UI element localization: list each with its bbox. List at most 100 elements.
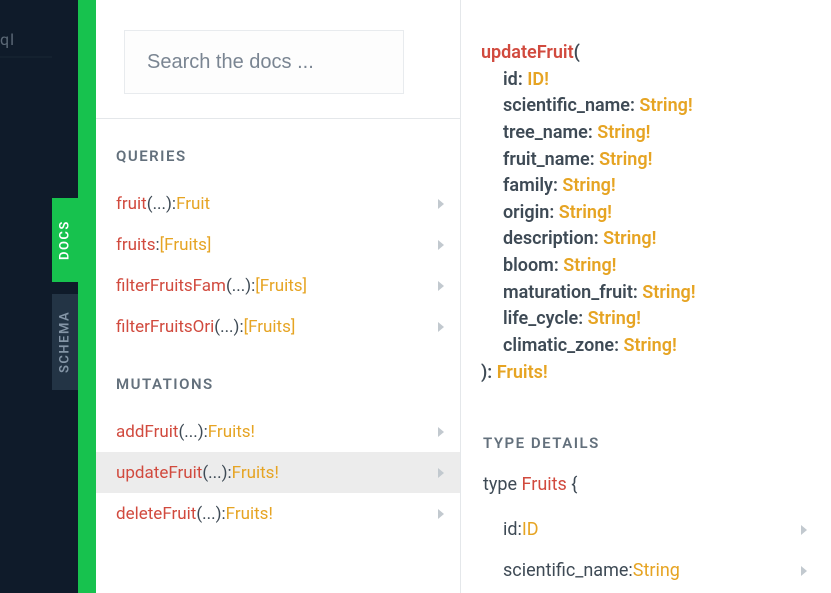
arg-name: fruit_name	[503, 149, 590, 170]
arg-colon: :	[590, 149, 599, 170]
arg-colon: :	[578, 308, 587, 329]
signature-arg-id: id: ID!	[481, 67, 811, 94]
type-name: Fruits	[522, 474, 567, 495]
docs-item-filterFruitsFam[interactable]: filterFruitsFam(...): [Fruits]	[96, 265, 460, 306]
docs-item-filterFruitsOri[interactable]: filterFruitsOri(...): [Fruits]	[96, 306, 460, 347]
arg-type[interactable]: ID!	[527, 69, 549, 90]
docs-accent-bar	[78, 0, 96, 593]
arg-colon: :	[549, 202, 558, 223]
arg-name: family	[503, 175, 553, 196]
signature-open-line: updateFruit(	[481, 40, 811, 67]
chevron-right-icon	[801, 566, 807, 576]
arg-type[interactable]: String!	[642, 282, 695, 303]
item-punct: (...):	[226, 276, 255, 296]
editor-divider	[0, 56, 52, 58]
signature-close-paren: ):	[481, 362, 497, 383]
item-type: Fruit	[176, 194, 210, 214]
arg-type[interactable]: String!	[588, 308, 641, 329]
arg-type[interactable]: String!	[562, 175, 615, 196]
docs-item-addFruit[interactable]: addFruit(...): Fruits!	[96, 411, 460, 452]
tab-schema[interactable]: SCHEMA	[52, 294, 78, 390]
type-fields-list: id: IDscientific_name: String	[481, 509, 811, 591]
arg-type[interactable]: String!	[639, 95, 692, 116]
chevron-right-icon	[438, 427, 444, 437]
signature-arg-climatic_zone: climatic_zone: String!	[481, 333, 811, 360]
arg-name: climatic_zone	[503, 335, 614, 356]
tab-schema-label: SCHEMA	[58, 311, 73, 373]
arg-name: bloom	[503, 255, 554, 276]
docs-item-fruits[interactable]: fruits: [Fruits]	[96, 224, 460, 265]
item-punct: (...):	[202, 463, 231, 483]
item-type: [Fruits]	[244, 317, 296, 337]
chevron-right-icon	[438, 468, 444, 478]
signature-block: updateFruit( id: ID!scientific_name: Str…	[481, 40, 811, 386]
mutations-list: addFruit(...): Fruits!updateFruit(...): …	[96, 411, 460, 534]
type-details-header: TYPE DETAILS	[483, 434, 811, 452]
type-open-brace: {	[567, 474, 578, 495]
arg-type[interactable]: String!	[559, 202, 612, 223]
item-name: updateFruit	[116, 463, 202, 483]
arg-type[interactable]: String!	[563, 255, 616, 276]
queries-list: fruit(...): Fruitfruits: [Fruits]filterF…	[96, 183, 460, 347]
arg-colon: :	[553, 175, 562, 196]
arg-colon: :	[633, 282, 642, 303]
arg-type[interactable]: String!	[623, 335, 676, 356]
arg-colon: :	[554, 255, 563, 276]
field-name: id	[503, 519, 518, 540]
arg-colon: :	[594, 228, 603, 249]
signature-arg-family: family: String!	[481, 173, 811, 200]
item-type: Fruits!	[208, 422, 255, 442]
arg-name: maturation_fruit	[503, 282, 633, 303]
tab-docs[interactable]: DOCS	[52, 198, 78, 282]
arg-colon: :	[630, 95, 639, 116]
search-wrap	[96, 0, 460, 119]
item-type: [Fruits]	[160, 235, 212, 255]
chevron-right-icon	[438, 240, 444, 250]
chevron-right-icon	[438, 509, 444, 519]
signature-arg-description: description: String!	[481, 226, 811, 253]
signature-arg-tree_name: tree_name: String!	[481, 120, 811, 147]
item-punct: (...):	[147, 194, 176, 214]
tab-docs-label: DOCS	[58, 220, 73, 260]
arg-name: scientific_name	[503, 95, 630, 116]
signature-fn-name: updateFruit	[481, 42, 574, 63]
docs-item-deleteFruit[interactable]: deleteFruit(...): Fruits!	[96, 493, 460, 534]
arg-type[interactable]: String!	[603, 228, 656, 249]
arg-name: id	[503, 69, 518, 90]
chevron-right-icon	[438, 322, 444, 332]
item-punct: (...):	[214, 317, 243, 337]
docs-item-updateFruit[interactable]: updateFruit(...): Fruits!	[96, 452, 460, 493]
item-name: filterFruitsFam	[116, 276, 226, 296]
item-name: addFruit	[116, 422, 178, 442]
field-name: scientific_name	[503, 560, 628, 581]
mutations-header: MUTATIONS	[96, 347, 460, 411]
signature-close-line: ): Fruits!	[481, 360, 811, 387]
type-keyword: type	[483, 474, 522, 495]
item-type: [Fruits]	[255, 276, 307, 296]
item-name: fruit	[116, 194, 147, 214]
item-type: Fruits!	[226, 504, 273, 524]
docs-item-fruit[interactable]: fruit(...): Fruit	[96, 183, 460, 224]
arg-type[interactable]: String!	[599, 149, 652, 170]
field-type: String	[633, 560, 680, 581]
signature-arg-fruit_name: fruit_name: String!	[481, 147, 811, 174]
signature-open-paren: (	[574, 42, 580, 63]
signature-arg-life_cycle: life_cycle: String!	[481, 306, 811, 333]
queries-header: QUERIES	[96, 119, 460, 183]
type-field-scientific_name[interactable]: scientific_name: String	[481, 550, 811, 591]
signature-arg-origin: origin: String!	[481, 200, 811, 227]
signature-return-type[interactable]: Fruits!	[497, 362, 548, 383]
side-tabs: DOCS SCHEMA	[52, 0, 78, 593]
type-field-id[interactable]: id: ID	[481, 509, 811, 550]
type-declaration: type Fruits {	[483, 474, 811, 495]
item-punct: (...):	[196, 504, 225, 524]
item-name: fruits	[116, 235, 156, 255]
arg-type[interactable]: String!	[597, 122, 650, 143]
detail-panel: updateFruit( id: ID!scientific_name: Str…	[461, 0, 831, 593]
chevron-right-icon	[438, 199, 444, 209]
signature-arg-scientific_name: scientific_name: String!	[481, 93, 811, 120]
editor-background: ql	[0, 0, 52, 593]
chevron-right-icon	[438, 281, 444, 291]
item-name: deleteFruit	[116, 504, 196, 524]
search-input[interactable]	[124, 30, 404, 94]
